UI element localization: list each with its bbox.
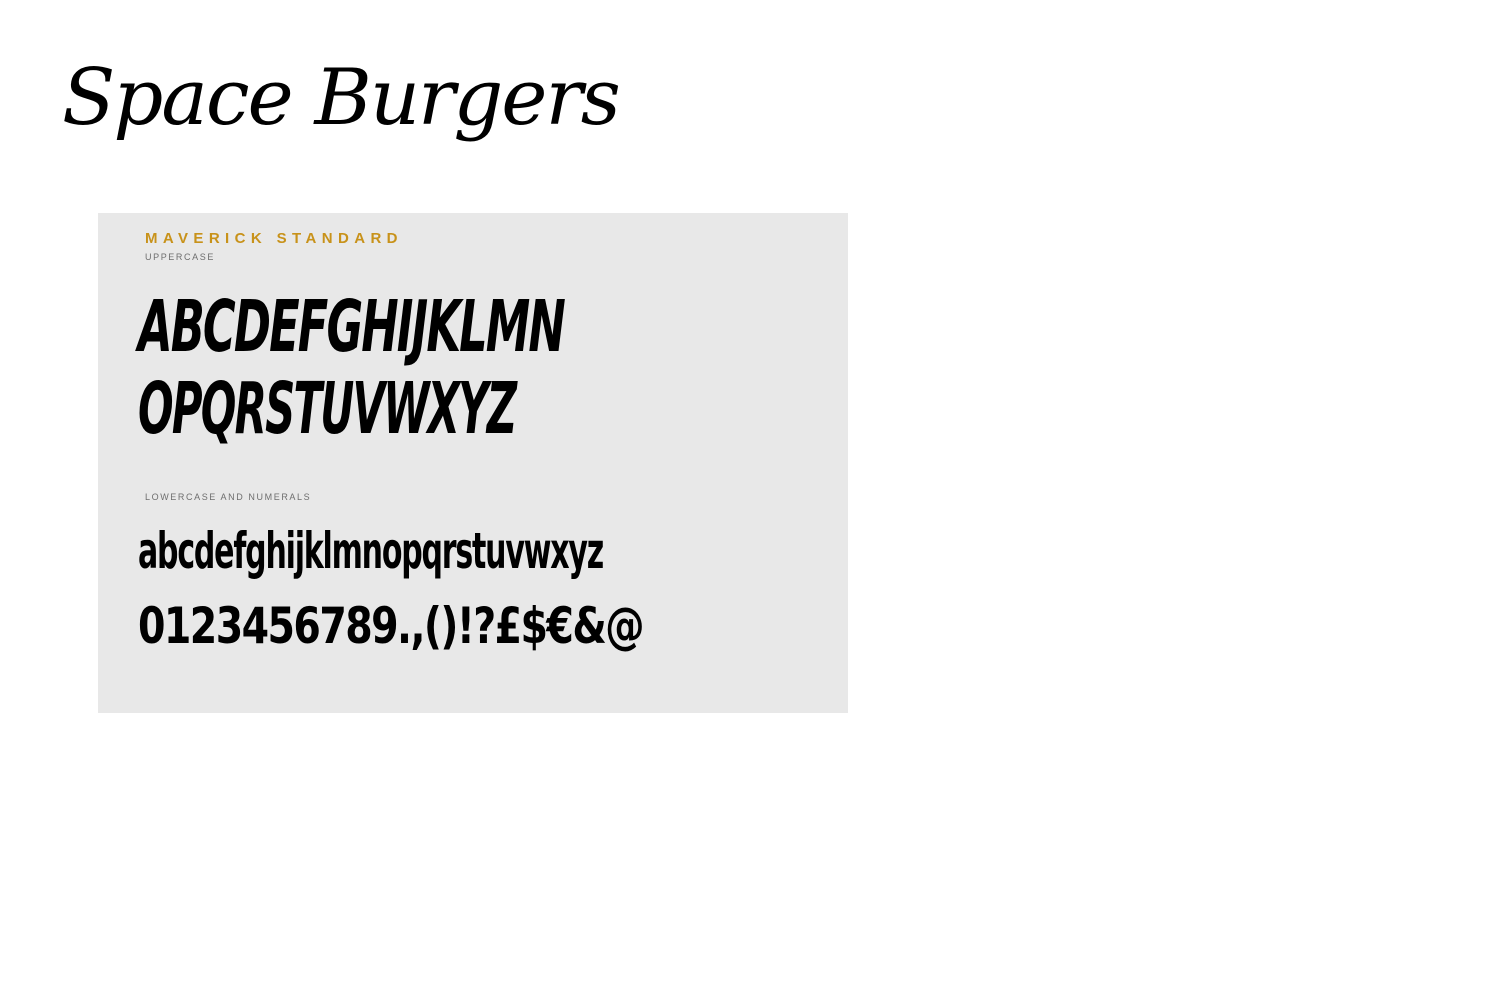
lowercase-numerals-section-label: LOWERCASE AND NUMERALS [145,492,312,502]
font-specimen-card: MAVERICK STANDARD UPPERCASE ABCDEFGHIJKL… [98,213,848,713]
uppercase-glyphs-line-2: OPQRSTUVWXYZ [138,367,517,450]
uppercase-section-label: UPPERCASE [145,252,215,262]
font-name-heading: MAVERICK STANDARD [145,230,403,247]
numerals-and-symbols-line: 0123456789.,()!?£$€&@ [138,597,645,655]
brand-title: Space Burgers [62,53,621,143]
uppercase-glyphs-line-1: ABCDEFGHIJKLMN [138,285,566,368]
lowercase-glyphs-line: abcdefghijklmnopqrstuvwxyz [138,522,604,580]
